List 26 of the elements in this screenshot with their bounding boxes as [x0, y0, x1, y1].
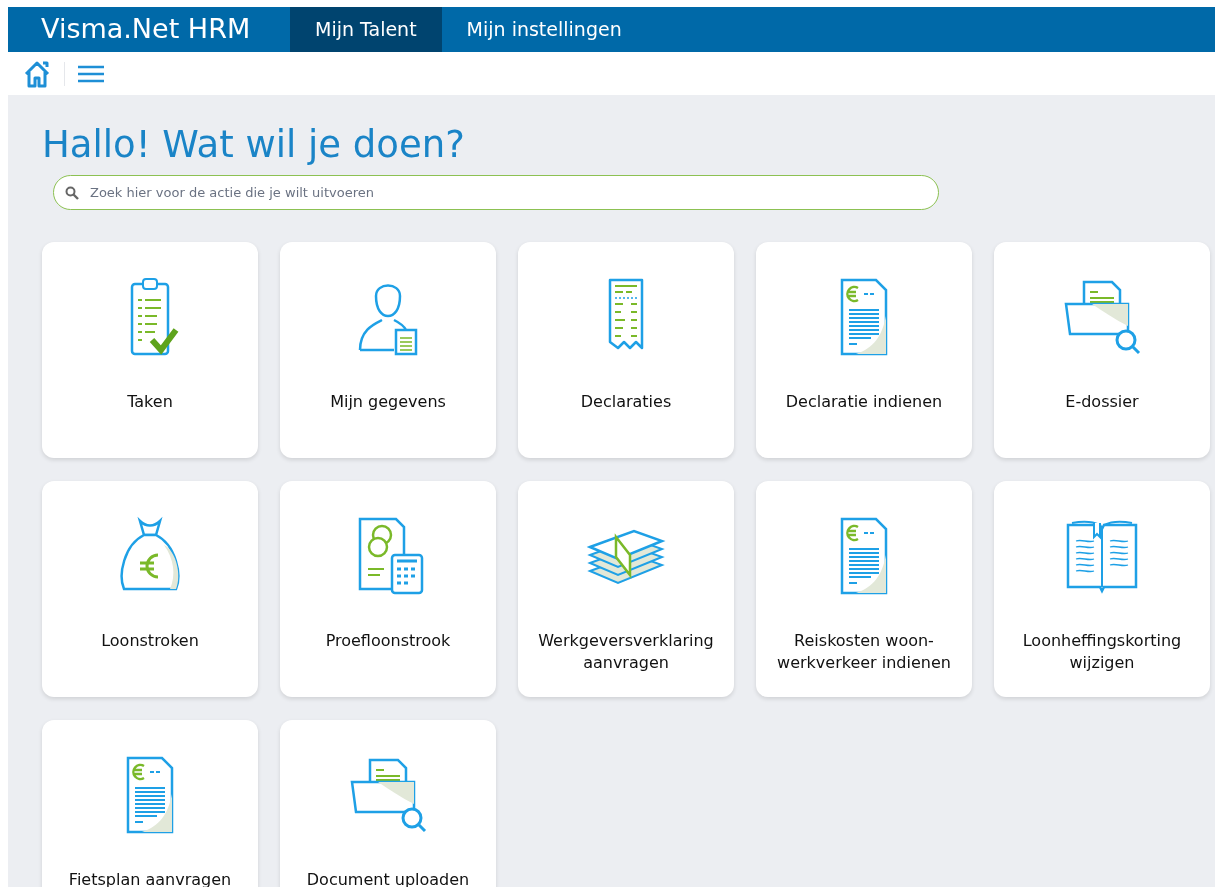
- action-tile[interactable]: Declaratie indienen: [756, 242, 972, 458]
- action-tile[interactable]: Werkgeversverklaring aanvragen: [518, 481, 734, 697]
- search-field[interactable]: Zoek hier voor de actie die je wilt uitvoeren: [53, 175, 939, 210]
- search-icon: [65, 186, 79, 200]
- tile-label: Declaratie indienen: [784, 391, 944, 413]
- tile-label: Proefloonstrook: [324, 630, 452, 652]
- menu-icon[interactable]: [77, 63, 105, 84]
- action-tile[interactable]: Declaraties: [518, 242, 734, 458]
- page-heading: Hallo! Wat wil je doen?: [42, 123, 465, 167]
- action-tile[interactable]: Mijn gegevens: [280, 242, 496, 458]
- brand-title: Visma.Net HRM: [40, 12, 252, 47]
- action-tile[interactable]: Reiskosten woon-werkverkeer indienen: [756, 481, 972, 697]
- tile-label: E-dossier: [1064, 391, 1140, 413]
- tile-label: Loonheffingskorting wijzigen: [1021, 630, 1183, 674]
- tile-label: Reiskosten woon-werkverkeer indienen: [776, 630, 952, 674]
- tile-label: Taken: [126, 391, 174, 413]
- tile-label: Declaraties: [579, 391, 673, 413]
- action-tile[interactable]: Loonheffingskorting wijzigen: [994, 481, 1210, 697]
- action-tile[interactable]: Taken: [42, 242, 258, 458]
- tile-label: Werkgeversverklaring aanvragen: [537, 630, 715, 674]
- action-tile[interactable]: Proefloonstrook: [280, 481, 496, 697]
- nav-tab[interactable]: Mijn Talent: [290, 7, 442, 52]
- action-tile[interactable]: Loonstroken: [42, 481, 258, 697]
- tile-label: Mijn gegevens: [329, 391, 447, 413]
- action-tile[interactable]: E-dossier: [994, 242, 1210, 458]
- tile-label: Loonstroken: [100, 630, 200, 652]
